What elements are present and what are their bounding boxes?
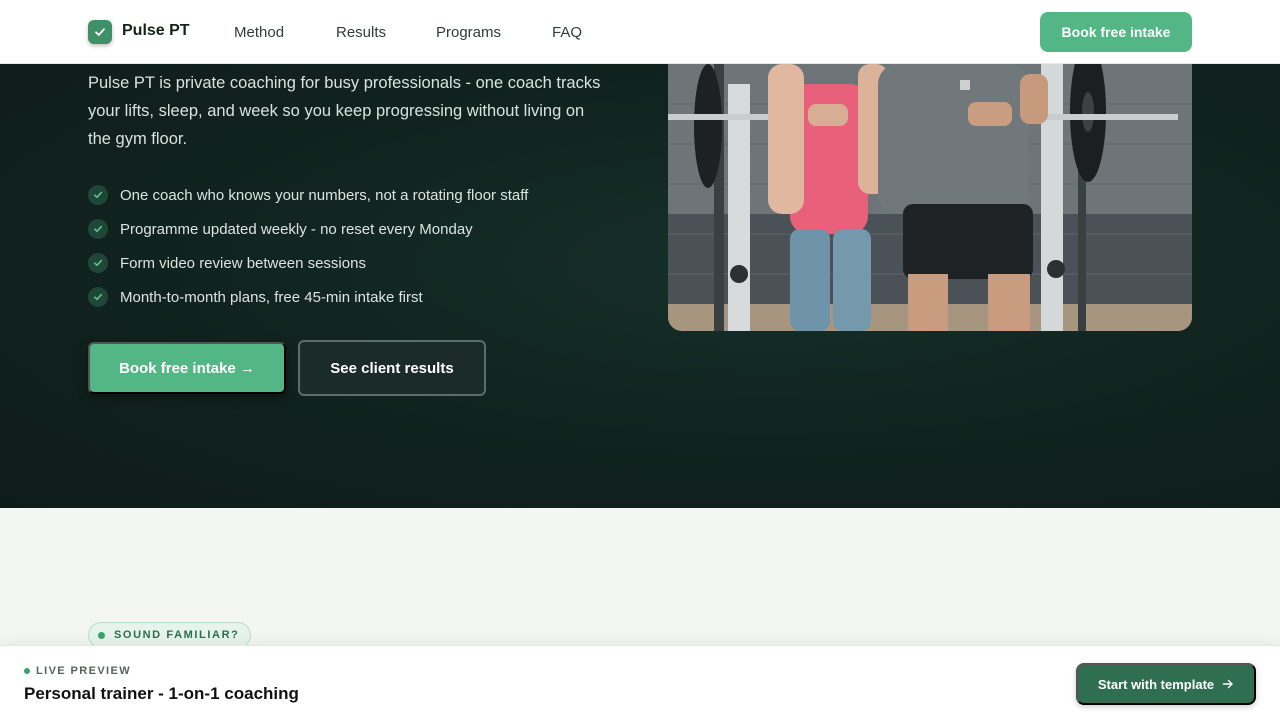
hero-section: Pulse PT is private coaching for busy pr… — [0, 64, 1280, 508]
live-preview-label: LIVE PREVIEW — [36, 665, 132, 677]
benefit-label: One coach who knows your numbers, not a … — [120, 186, 529, 204]
book-intake-header-button[interactable]: Book free intake — [1040, 12, 1192, 52]
benefit-list: One coach who knows your numbers, not a … — [88, 185, 528, 321]
arrow-right-icon — [1222, 679, 1233, 689]
check-icon — [88, 219, 108, 239]
brand-name[interactable]: Pulse PT — [122, 22, 190, 40]
start-with-template-button[interactable]: Start with template — [1076, 663, 1256, 705]
check-icon — [88, 253, 108, 273]
nav-results[interactable]: Results — [336, 24, 386, 41]
preview-bar: LIVE PREVIEW Personal trainer - 1-on-1 c… — [0, 645, 1280, 720]
hero-photo — [668, 64, 1192, 331]
dot-icon — [98, 631, 105, 639]
badge-label: SOUND FAMILIAR? — [114, 629, 240, 641]
benefit-item: Month-to-month plans, free 45-min intake… — [88, 287, 528, 307]
site-header: Pulse PT Method Results Programs FAQ Boo… — [0, 0, 1280, 64]
live-dot-icon — [24, 668, 30, 674]
benefit-label: Form video review between sessions — [120, 254, 366, 272]
live-indicator: LIVE PREVIEW — [24, 665, 131, 677]
benefit-item: Form video review between sessions — [88, 253, 528, 273]
template-title: Personal trainer - 1-on-1 coaching — [24, 684, 299, 703]
nav-faq[interactable]: FAQ — [552, 24, 582, 41]
hero-description: Pulse PT is private coaching for busy pr… — [88, 74, 601, 148]
check-icon — [88, 185, 108, 205]
see-results-button[interactable]: See client results — [298, 340, 486, 396]
nav-method[interactable]: Method — [234, 24, 284, 41]
nav-programs[interactable]: Programs — [436, 24, 501, 41]
logo[interactable] — [88, 20, 112, 44]
start-button-label: Start with template — [1097, 676, 1215, 692]
check-icon — [95, 28, 105, 36]
benefit-item: Programme updated weekly - no reset ever… — [88, 219, 528, 239]
benefit-label: Month-to-month plans, free 45-min intake… — [120, 288, 423, 306]
benefit-label: Programme updated weekly - no reset ever… — [120, 220, 473, 238]
check-icon — [88, 287, 108, 307]
benefit-item: One coach who knows your numbers, not a … — [88, 185, 528, 205]
book-intake-button[interactable]: Book free intake → — [88, 342, 286, 394]
